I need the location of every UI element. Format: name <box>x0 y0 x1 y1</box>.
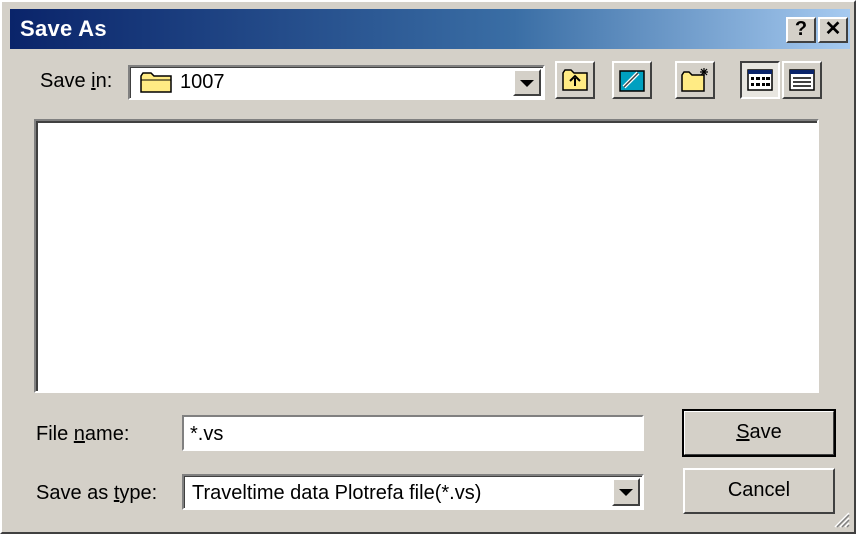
desktop-icon <box>619 70 645 92</box>
folder-icon <box>140 72 172 93</box>
up-one-level-icon <box>562 69 588 91</box>
save-in-combo[interactable]: 1007 <box>128 65 545 100</box>
new-folder-icon <box>681 68 708 92</box>
save-as-type-label: Save as type: <box>36 482 158 504</box>
file-list[interactable] <box>34 119 819 393</box>
save-as-type-value: Traveltime data Plotrefa file(*.vs) <box>192 482 482 504</box>
chevron-down-icon <box>619 489 633 496</box>
details-view-button[interactable] <box>782 61 822 99</box>
cancel-button[interactable]: Cancel <box>683 468 835 514</box>
details-view-icon <box>789 69 815 91</box>
list-view-button[interactable] <box>740 61 780 99</box>
help-icon: ? <box>794 18 808 40</box>
list-view-icon <box>747 69 773 91</box>
save-in-label: Save in: <box>40 70 113 92</box>
chevron-down-icon <box>520 79 534 87</box>
file-name-label: File name: <box>36 423 130 445</box>
close-button[interactable]: ✕ <box>818 17 848 43</box>
help-button[interactable]: ? <box>786 17 816 43</box>
save-as-type-combo[interactable]: Traveltime data Plotrefa file(*.vs) <box>182 474 644 510</box>
save-button[interactable]: Save <box>682 409 836 457</box>
file-name-input[interactable]: *.vs <box>182 415 644 451</box>
desktop-button[interactable] <box>612 61 652 99</box>
save-in-value: 1007 <box>180 71 225 93</box>
up-one-level-button[interactable] <box>555 61 595 99</box>
window-title: Save As <box>20 16 107 41</box>
close-icon: ✕ <box>824 18 842 40</box>
create-new-folder-button[interactable] <box>675 61 715 99</box>
resize-grip-icon[interactable] <box>830 508 850 528</box>
file-name-value: *.vs <box>190 423 224 445</box>
save-in-dropdown-button[interactable] <box>513 69 541 96</box>
save-as-type-dropdown-button[interactable] <box>612 478 640 506</box>
save-as-dialog: Save As ? ✕ Save in: 1007 File name: *.v… <box>0 0 856 534</box>
title-bar[interactable]: Save As ? ✕ <box>10 9 850 49</box>
